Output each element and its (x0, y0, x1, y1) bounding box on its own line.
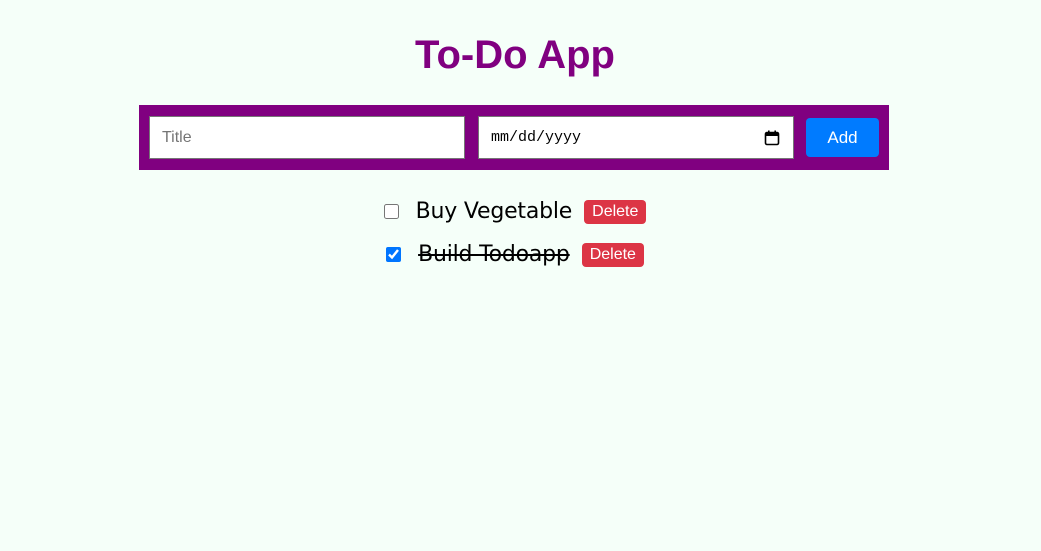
todo-checkbox[interactable] (386, 247, 402, 262)
add-button[interactable]: Add (806, 118, 879, 157)
delete-button[interactable]: Delete (581, 242, 644, 267)
page-title: To-Do App (415, 33, 615, 77)
todo-text: Build Todoapp (418, 242, 570, 267)
title-input[interactable] (149, 116, 465, 159)
add-todo-form: mm/dd/yyyy Add (139, 105, 889, 170)
todo-list: Buy Vegetable Delete Build Todoapp Delet… (0, 190, 1030, 276)
calendar-icon[interactable] (763, 129, 781, 147)
todo-item: Buy Vegetable Delete (0, 190, 1030, 233)
todo-text: Buy Vegetable (415, 199, 573, 224)
delete-button[interactable]: Delete (584, 199, 647, 224)
todo-app-page: To-Do App mm/dd/yyyy Add Buy Vegetable D… (0, 0, 1041, 551)
date-input[interactable]: mm/dd/yyyy (478, 116, 794, 159)
date-input-text: mm/dd/yyyy (491, 129, 582, 146)
todo-checkbox[interactable] (383, 204, 399, 219)
todo-item: Build Todoapp Delete (0, 233, 1030, 276)
